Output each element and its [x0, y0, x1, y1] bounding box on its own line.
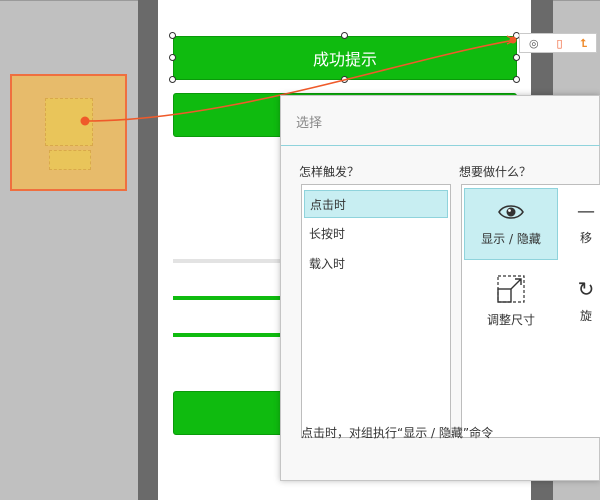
action-section-label: 想要做什么？	[459, 165, 532, 179]
rotate-icon: ↻	[577, 276, 595, 301]
action-tile-label: 显示 / 隐藏	[481, 231, 541, 246]
action-tile-resize[interactable]: 调整尺寸	[464, 265, 558, 337]
action-tile-move[interactable]: — 移	[566, 188, 600, 260]
eye-icon	[498, 204, 524, 219]
trigger-section-label: 怎样触发？	[299, 165, 360, 179]
trigger-item-label: 载入时	[309, 257, 346, 271]
resize-icon	[497, 274, 525, 303]
dialog-header-separator	[281, 145, 600, 146]
action-grid: 显示 / 隐藏 — 移 调整尺寸 ↻ 旋	[461, 184, 600, 438]
trigger-item-load[interactable]: 载入时	[304, 250, 448, 278]
action-tile-label: 旋	[579, 308, 592, 323]
action-tile-rotate[interactable]: ↻ 旋	[566, 265, 600, 337]
dialog-title: 选择	[296, 116, 323, 131]
trigger-item-label: 点击时	[310, 198, 347, 212]
action-tile-label: 移	[579, 230, 592, 245]
trigger-item-longpress[interactable]: 长按时	[304, 220, 448, 248]
action-summary-text: 点击时，对组执行“显示 / 隐藏”命令	[301, 426, 494, 440]
trigger-item-click[interactable]: 点击时	[304, 190, 448, 218]
trigger-item-label: 长按时	[309, 227, 346, 241]
action-tile-label: 调整尺寸	[486, 312, 535, 327]
trigger-list: 点击时 长按时 载入时	[301, 184, 451, 438]
move-icon: —	[577, 200, 595, 222]
link-start-dot	[80, 116, 90, 126]
action-tile-show-hide[interactable]: 显示 / 隐藏	[464, 188, 558, 260]
interaction-dialog: 选择 怎样触发？ 想要做什么？ 点击时 长按时 载入时 显示 / 隐藏 — 移	[280, 95, 600, 481]
